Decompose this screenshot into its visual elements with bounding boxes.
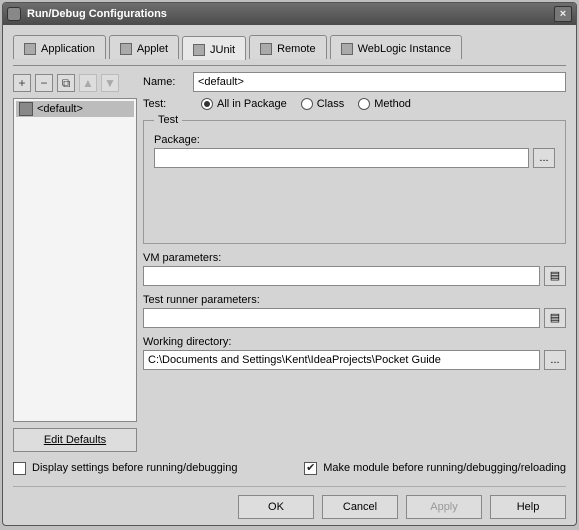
name-label: Name:: [143, 76, 187, 88]
applet-icon: [120, 43, 132, 55]
vm-params-label: VM parameters:: [143, 252, 566, 264]
radio-all-in-package[interactable]: All in Package: [201, 98, 287, 110]
tab-application[interactable]: Application: [13, 35, 106, 59]
display-settings-checkbox[interactable]: [13, 462, 26, 475]
tab-label: WebLogic Instance: [358, 43, 451, 55]
tab-remote[interactable]: Remote: [249, 35, 327, 59]
radio-icon: [358, 98, 370, 110]
tab-label: Applet: [137, 43, 168, 55]
make-module-label: Make module before running/debugging/rel…: [323, 462, 566, 474]
radio-class[interactable]: Class: [301, 98, 345, 110]
move-up-button[interactable]: ▲: [79, 74, 97, 92]
junit-icon: [19, 102, 33, 116]
working-dir-browse-button[interactable]: ...: [544, 350, 566, 370]
form-panel: Name: Test: All in Package Class: [143, 72, 566, 452]
help-button[interactable]: Help: [490, 495, 566, 519]
move-down-button[interactable]: ▼: [101, 74, 119, 92]
titlebar[interactable]: Run/Debug Configurations ×: [3, 3, 576, 25]
list-item[interactable]: <default>: [16, 101, 134, 117]
tab-applet[interactable]: Applet: [109, 35, 179, 59]
edit-defaults-button[interactable]: Edit Defaults: [13, 428, 137, 452]
vm-params-input[interactable]: [143, 266, 540, 286]
make-module-checkbox[interactable]: ✔: [304, 462, 317, 475]
application-icon: [24, 43, 36, 55]
config-list[interactable]: <default>: [13, 98, 137, 422]
vm-params-expand-button[interactable]: ▤: [544, 266, 566, 286]
copy-config-button[interactable]: ⧉: [57, 74, 75, 92]
radio-label: Method: [374, 98, 411, 110]
list-item-label: <default>: [37, 103, 83, 115]
add-config-button[interactable]: +: [13, 74, 31, 92]
tab-junit[interactable]: JUnit: [182, 36, 246, 60]
runner-params-input[interactable]: [143, 308, 540, 328]
button-bar: OK Cancel Apply Help: [13, 486, 566, 519]
display-settings-label: Display settings before running/debuggin…: [32, 462, 237, 474]
radio-label: Class: [317, 98, 345, 110]
test-fieldset: Test Package: ...: [143, 114, 566, 244]
package-input[interactable]: [154, 148, 529, 168]
runner-params-expand-button[interactable]: ▤: [544, 308, 566, 328]
dialog-window: Run/Debug Configurations × Application A…: [2, 2, 577, 526]
radio-method[interactable]: Method: [358, 98, 411, 110]
package-browse-button[interactable]: ...: [533, 148, 555, 168]
name-input[interactable]: [193, 72, 566, 92]
left-panel: + − ⧉ ▲ ▼ <default> Edit Defaults: [13, 72, 137, 452]
apply-button[interactable]: Apply: [406, 495, 482, 519]
close-button[interactable]: ×: [554, 6, 572, 22]
tab-label: Application: [41, 43, 95, 55]
fieldset-legend: Test: [154, 114, 182, 126]
remove-config-button[interactable]: −: [35, 74, 53, 92]
test-label: Test:: [143, 98, 187, 110]
working-dir-label: Working directory:: [143, 336, 566, 348]
tab-bar: Application Applet JUnit Remote WebLogic…: [13, 35, 566, 59]
config-toolbar: + − ⧉ ▲ ▼: [13, 72, 137, 94]
checkbox-row: Display settings before running/debuggin…: [13, 456, 566, 480]
app-icon: [7, 7, 21, 21]
radio-icon: [201, 98, 213, 110]
content-area: Application Applet JUnit Remote WebLogic…: [3, 25, 576, 525]
junit-icon: [193, 44, 205, 56]
working-dir-input[interactable]: [143, 350, 540, 370]
tab-label: JUnit: [210, 44, 235, 56]
remote-icon: [260, 43, 272, 55]
radio-label: All in Package: [217, 98, 287, 110]
radio-icon: [301, 98, 313, 110]
package-label: Package:: [154, 134, 555, 146]
main-area: + − ⧉ ▲ ▼ <default> Edit Defaults Name:: [13, 72, 566, 452]
runner-params-label: Test runner parameters:: [143, 294, 566, 306]
window-title: Run/Debug Configurations: [27, 8, 554, 20]
cancel-button[interactable]: Cancel: [322, 495, 398, 519]
tab-label: Remote: [277, 43, 316, 55]
ok-button[interactable]: OK: [238, 495, 314, 519]
tab-weblogic-instance[interactable]: WebLogic Instance: [330, 35, 462, 59]
weblogic-icon: [341, 43, 353, 55]
